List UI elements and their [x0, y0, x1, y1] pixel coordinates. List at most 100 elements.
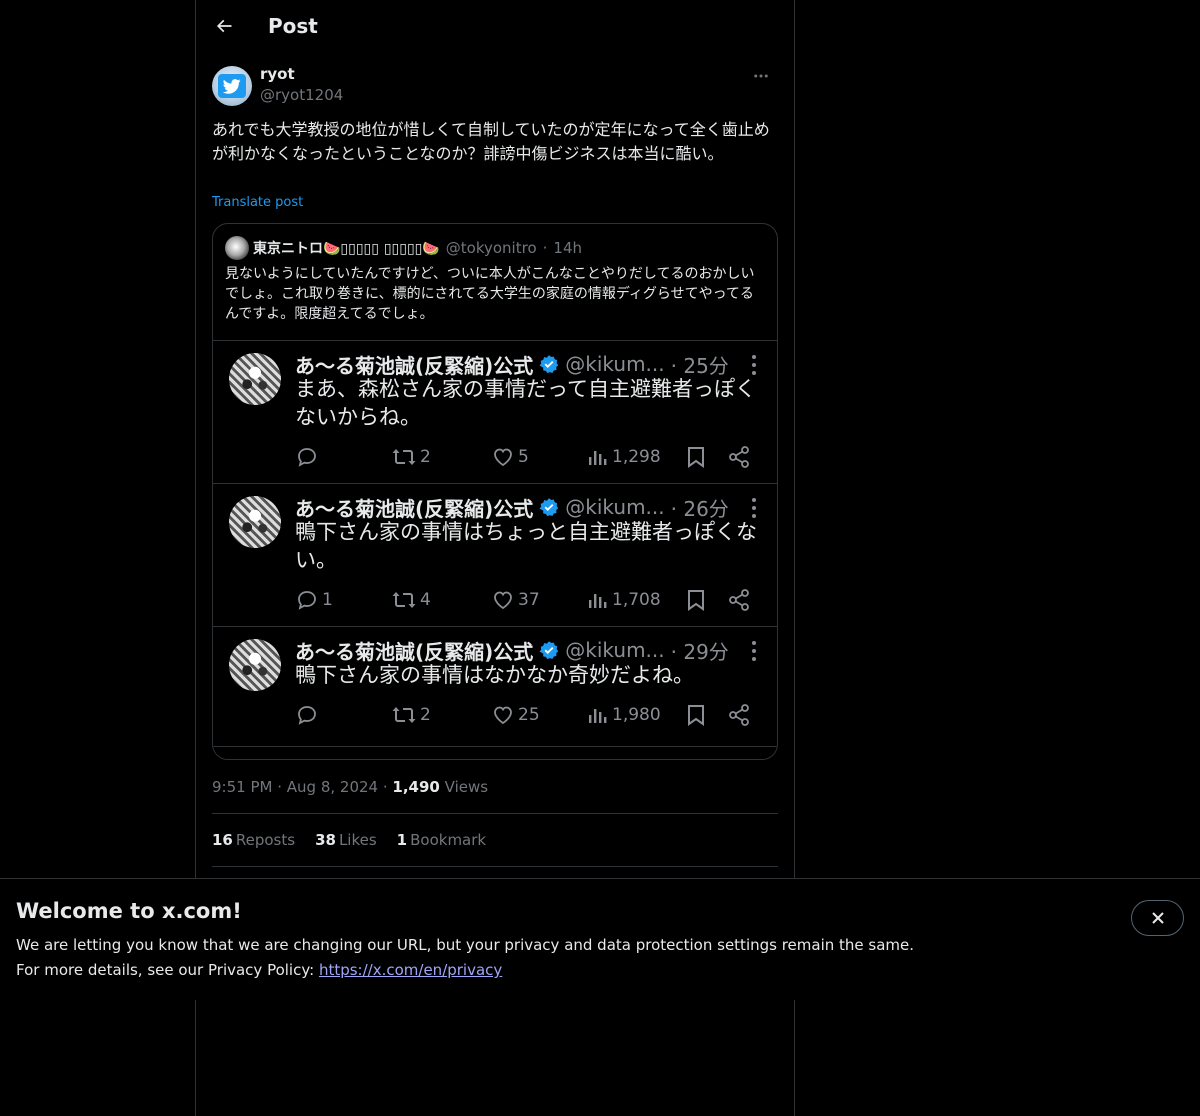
welcome-banner: Welcome to x.com! We are letting you kno… [0, 878, 1200, 1000]
views-action: 1,708 [587, 587, 661, 613]
avatar [225, 236, 249, 260]
divider [212, 813, 778, 814]
repost-icon [392, 449, 416, 465]
more-horizontal-icon [754, 74, 768, 78]
heart-icon [494, 448, 512, 467]
quoted-post-header: 東京ニトロ🍉▯▯▯▯▯ ▯▯▯▯▯🍉 @tokyonitro · 14h [225, 236, 765, 260]
screenshot-author-handle: @kikum... [565, 352, 665, 376]
screenshot-tweet-actions: 1 4 37 1,708 [295, 587, 765, 613]
reply-action [295, 702, 322, 728]
likes-stat[interactable]: 38 Likes [315, 831, 377, 849]
bookmark-icon [688, 447, 704, 468]
views-label: Views [444, 778, 489, 796]
screenshot-tweet-text: 鴨下さん家の事情はなかなか奇妙だよね。 [295, 663, 694, 687]
repost-action: 2 [391, 444, 431, 470]
bookmark-icon [688, 590, 704, 611]
post-author: ryot @ryot1204 [212, 64, 778, 108]
reply-action: 1 [295, 587, 333, 613]
more-vertical-icon [751, 498, 757, 518]
author-name[interactable]: ryot [260, 65, 295, 83]
like-count: 25 [518, 705, 540, 725]
share-icon [729, 446, 749, 468]
bookmarks-stat[interactable]: 1 Bookmark [397, 831, 486, 849]
views-icon [589, 709, 607, 723]
more-button[interactable] [744, 64, 778, 88]
more-vertical-icon [751, 355, 757, 375]
translate-post-link[interactable]: Translate post [212, 195, 303, 210]
reposts-label: Reposts [235, 831, 296, 849]
post-metadata: 9:51 PM · Aug 8, 2024 · 1,490 Views [212, 778, 489, 796]
views-count: 1,708 [612, 590, 661, 610]
heart-icon [494, 591, 512, 610]
post-time[interactable]: 9:51 PM [212, 778, 272, 796]
screenshot-tweet-actions: 2 5 1,298 [295, 444, 765, 470]
screenshot-tweet-actions: 2 25 1,980 [295, 702, 765, 728]
reply-action [295, 444, 322, 470]
page-header: Post [196, 0, 794, 53]
close-banner-button[interactable] [1131, 900, 1184, 936]
repost-icon [392, 707, 416, 723]
screenshot-tweet-text: 鴨下さん家の事情はちょっと自主避難者っぽくない。 [295, 520, 757, 572]
quoted-author-handle: @tokyonitro [445, 239, 537, 257]
reply-icon [298, 448, 316, 467]
post-date[interactable]: Aug 8, 2024 [287, 778, 378, 796]
verified-badge-icon [539, 354, 559, 374]
quoted-post-text: 見ないようにしていたんですけど、ついに本人がこんなことやりだしてるのおかしいでし… [225, 266, 755, 322]
heart-icon [494, 706, 512, 725]
repost-count: 4 [420, 590, 431, 610]
close-icon [1151, 912, 1164, 924]
views-icon [589, 594, 607, 608]
like-count: 37 [518, 590, 540, 610]
share-icon [729, 589, 749, 611]
quoted-post[interactable]: 東京ニトロ🍉▯▯▯▯▯ ▯▯▯▯▯🍉 @tokyonitro · 14h 見ない… [212, 223, 778, 760]
screenshot-author-handle: @kikum... [565, 495, 665, 519]
likes-label: Likes [338, 831, 377, 849]
author-handle[interactable]: @ryot1204 [260, 86, 343, 104]
bookmarks-count: 1 [396, 831, 408, 849]
twitter-bird-icon [218, 74, 246, 98]
reposts-stat[interactable]: 16 Reposts [212, 831, 295, 849]
views-action: 1,980 [587, 702, 661, 728]
like-count: 5 [518, 447, 529, 467]
back-button[interactable] [206, 8, 242, 44]
bookmark-action [685, 444, 707, 470]
avatar [229, 639, 281, 691]
screenshot-tweet: あ〜る菊池誠(反緊縮)公式 @kikum... · 25分 まあ、森松さん家の事… [213, 341, 777, 484]
reply-count: 1 [322, 590, 333, 610]
views-count: 1,490 [392, 778, 440, 796]
more-vertical-icon [751, 641, 757, 661]
likes-count: 38 [315, 831, 336, 849]
screenshot-tweet: あ〜る菊池誠(反緊縮)公式 @kikum... · 29分 鴨下さん家の事情はな… [213, 627, 777, 747]
repost-action: 2 [391, 702, 431, 728]
bookmark-action [685, 702, 707, 728]
verified-badge-icon [539, 497, 559, 517]
avatar[interactable] [212, 66, 252, 106]
reply-icon [298, 706, 316, 725]
reply-icon [298, 591, 316, 610]
quoted-post-time: 14h [553, 239, 582, 257]
share-action [727, 444, 751, 470]
arrow-left-icon [216, 19, 232, 33]
quoted-author-name: 東京ニトロ🍉▯▯▯▯▯ ▯▯▯▯▯🍉 [253, 241, 440, 257]
banner-message: We are letting you know that we are chan… [16, 936, 915, 954]
like-action: 25 [491, 702, 540, 728]
page-title: Post [268, 14, 318, 38]
separator: · [542, 239, 548, 257]
screenshot-tweet-text: まあ、森松さん家の事情だって自主避難者っぽくないからね。 [295, 377, 756, 429]
share-icon [729, 704, 749, 726]
privacy-policy-link[interactable]: https://x.com/en/privacy [319, 961, 502, 979]
repost-count: 2 [420, 705, 431, 725]
quoted-post-image[interactable]: あ〜る菊池誠(反緊縮)公式 @kikum... · 25分 まあ、森松さん家の事… [213, 340, 777, 759]
bookmark-icon [688, 705, 704, 726]
repost-count: 2 [420, 447, 431, 467]
like-action: 5 [491, 444, 529, 470]
bookmarks-label: Bookmark [410, 831, 487, 849]
banner-privacy-text: For more details, see our Privacy Policy… [16, 961, 502, 979]
share-action [727, 587, 751, 613]
reposts-count: 16 [212, 831, 233, 849]
verified-badge-icon [539, 640, 559, 660]
post-stats: 16 Reposts 38 Likes 1 Bookmark [212, 831, 506, 849]
screenshot-tweet: あ〜る菊池誠(反緊縮)公式 @kikum... · 26分 鴨下さん家の事情はち… [213, 484, 777, 627]
repost-icon [392, 592, 416, 608]
screenshot-author-handle: @kikum... [565, 638, 665, 662]
